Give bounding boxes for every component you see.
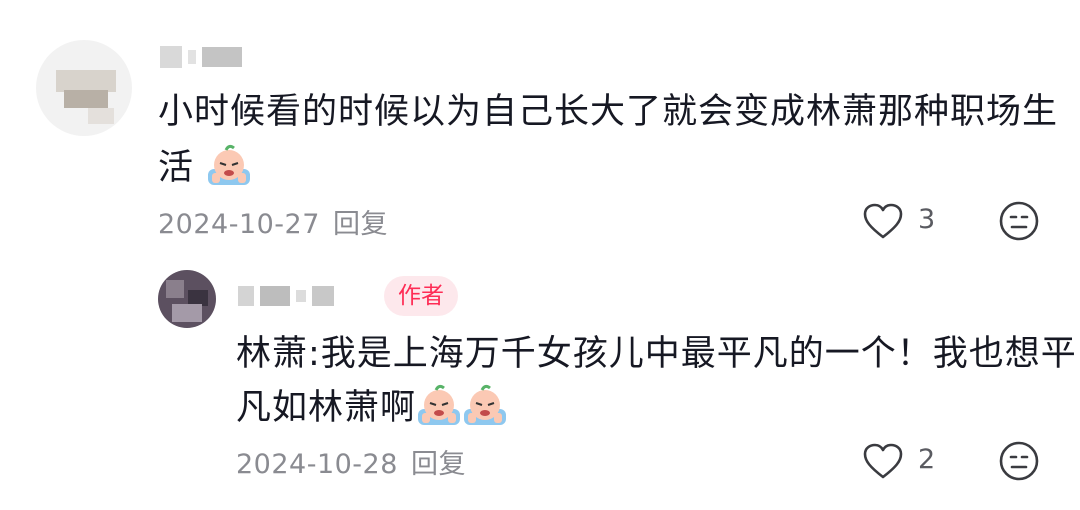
like-count: 3 [918,204,936,235]
crying-emoji [206,143,252,187]
heart-icon [862,442,904,480]
crying-emoji [416,383,462,427]
comment-text-line-1: 小时候看的时候以为自己长大了就会变成林萧那种职场生 [158,92,1059,132]
reply-button[interactable]: 回复 [411,449,466,480]
comment-date: 2024-10-28 [236,449,398,480]
avatar[interactable] [158,270,216,328]
reply-button[interactable]: 回复 [333,209,388,240]
comment-text-line-1: 林萧:我是上海万千女孩儿中最平凡的一个！我也想平 [236,334,1077,374]
author-badge: 作者 [384,276,458,316]
comment-date: 2024-10-27 [158,209,320,240]
dislike-face-icon[interactable] [998,440,1040,482]
like-button[interactable]: 2 [862,440,942,484]
comment-text-line-2: 活 [158,148,195,188]
like-count: 2 [918,444,936,475]
like-button[interactable]: 3 [862,200,942,244]
heart-icon [862,202,904,240]
crying-emoji [462,383,508,427]
username[interactable] [160,46,242,68]
avatar[interactable] [36,40,132,136]
comment-text-line-2: 凡如林萧啊 [236,388,417,428]
username[interactable] [238,286,334,306]
dislike-face-icon[interactable] [998,200,1040,242]
